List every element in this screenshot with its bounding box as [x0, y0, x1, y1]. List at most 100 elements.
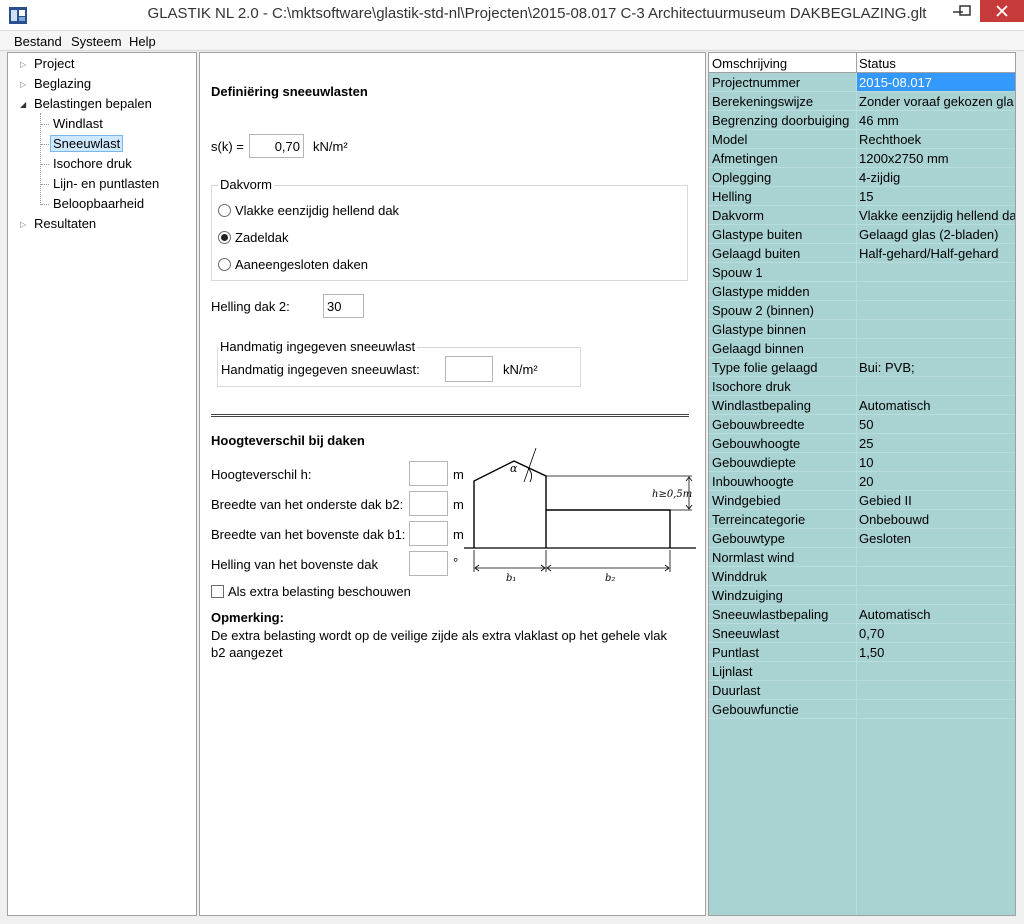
grid-row-value: Gelaagd glas (2-bladen) [859, 227, 999, 242]
tree-item-windlast[interactable]: Windlast [53, 115, 103, 133]
manual-snowload-input[interactable] [445, 356, 493, 382]
extra-load-checkbox[interactable] [211, 585, 224, 598]
expand-arrow-icon[interactable]: ▷ [20, 80, 30, 89]
grid-row[interactable]: Sneeuwlastbepaling Automatisch [709, 605, 1015, 624]
grid-row[interactable]: Gelaagd binnen [709, 339, 1015, 358]
grid-row[interactable]: Gebouwhoogte 25 [709, 434, 1015, 453]
grid-row-name: Gebouwhoogte [712, 436, 801, 451]
grid-row[interactable]: Gebouwdiepte 10 [709, 453, 1015, 472]
grid-row-name: Windgebied [712, 493, 781, 508]
tree-item-isochore[interactable]: Isochore druk [53, 155, 132, 173]
tree-item-beloopbaarheid[interactable]: Beloopbaarheid [53, 195, 144, 213]
grid-row[interactable]: Duurlast [709, 681, 1015, 700]
grid-header-status[interactable]: Status [859, 56, 896, 71]
grid-row[interactable]: Gelaagd buiten Half-gehard/Half-gehard [709, 244, 1015, 263]
grid-row[interactable]: Dakvorm Vlakke eenzijdig hellend da [709, 206, 1015, 225]
form-heading: Definiëring sneeuwlasten [211, 84, 368, 99]
grid-row-value: 20 [859, 474, 874, 489]
summary-grid: Omschrijving Status Projectnummer 2015-08… [708, 52, 1016, 916]
tree-item-resultaten[interactable]: Resultaten [34, 215, 96, 233]
grid-row-name: Berekeningswijze [712, 94, 814, 109]
expand-arrow-icon[interactable]: ▷ [20, 60, 30, 69]
grid-row-value: 46 mm [859, 113, 899, 128]
menu-help[interactable]: Help [129, 34, 156, 49]
grid-row[interactable]: Isochore druk [709, 377, 1015, 396]
grid-row-name: Inbouwhoogte [712, 474, 794, 489]
grid-row[interactable]: Projectnummer 2015-08.017 [709, 73, 1015, 92]
grid-row[interactable]: Glastype binnen [709, 320, 1015, 339]
note-text-line2: b2 aangezet [211, 645, 283, 660]
grid-row-name: Normlast wind [712, 550, 795, 565]
grid-row[interactable]: Spouw 1 [709, 263, 1015, 282]
grid-row[interactable]: Terreincategorie Onbebouwd [709, 510, 1015, 529]
menu-systeem[interactable]: Systeem [71, 34, 122, 49]
radio-zadeldak[interactable] [218, 231, 231, 244]
grid-row-name: Gelaagd buiten [712, 246, 801, 261]
radio-aaneengesloten[interactable] [218, 258, 231, 271]
radio-label-zadeldak[interactable]: Zadeldak [235, 230, 288, 245]
grid-row[interactable]: Puntlast 1,50 [709, 643, 1015, 662]
width-b2-label: Breedte van het onderste dak b2: [211, 497, 404, 512]
sk-input[interactable] [249, 134, 304, 158]
tree-item-belastingen[interactable]: Belastingen bepalen [34, 95, 152, 113]
grid-row[interactable]: Afmetingen 1200x2750 mm [709, 149, 1015, 168]
grid-row[interactable]: Windlastbepaling Automatisch [709, 396, 1015, 415]
upper-slope-label: Helling van het bovenste dak [211, 557, 378, 572]
width-b2-input[interactable] [409, 491, 448, 516]
collapse-arrow-icon[interactable]: ◢ [20, 100, 30, 109]
grid-row[interactable]: Normlast wind [709, 548, 1015, 567]
height-h-label: Hoogteverschil h: [211, 467, 312, 482]
tree-item-project[interactable]: Project [34, 55, 74, 73]
grid-row[interactable]: Type folie gelaagd Bui: PVB; [709, 358, 1015, 377]
grid-row-name: Glastype midden [712, 284, 810, 299]
grid-row[interactable]: Inbouwhoogte 20 [709, 472, 1015, 491]
grid-row[interactable]: Begrenzing doorbuiging 46 mm [709, 111, 1015, 130]
grid-row-name: Winddruk [712, 569, 767, 584]
grid-row-value: 0,70 [859, 626, 885, 641]
grid-row[interactable]: Helling 15 [709, 187, 1015, 206]
grid-row[interactable]: Spouw 2 (binnen) [709, 301, 1015, 320]
grid-row-name: Windlastbepaling [712, 398, 812, 413]
helling-dak2-input[interactable] [323, 294, 364, 318]
height-h-input[interactable] [409, 461, 448, 486]
grid-row-name: Duurlast [712, 683, 761, 698]
grid-row[interactable]: Windgebied Gebied II [709, 491, 1015, 510]
grid-row[interactable]: Gebouwbreedte 50 [709, 415, 1015, 434]
menu-bestand[interactable]: Bestand [14, 34, 62, 49]
grid-row[interactable]: Berekeningswijze Zonder voraaf gekozen gl… [709, 92, 1015, 111]
grid-row[interactable]: Model Rechthoek [709, 130, 1015, 149]
h-dimension-label: h≥0,5m [652, 489, 692, 500]
expand-arrow-icon[interactable]: ▷ [20, 220, 30, 229]
window-title: GLASTIK NL 2.0 - C:\mktsoftware\glastik-… [147, 5, 927, 22]
grid-row-name: Model [712, 132, 748, 147]
grid-header-separator[interactable] [856, 53, 857, 73]
grid-row[interactable]: Winddruk [709, 567, 1015, 586]
upper-slope-input[interactable] [409, 551, 448, 576]
width-b1-input[interactable] [409, 521, 448, 546]
grid-row[interactable]: Glastype buiten Gelaagd glas (2-bladen) [709, 225, 1015, 244]
extra-load-checkbox-label[interactable]: Als extra belasting beschouwen [228, 584, 411, 599]
grid-row[interactable]: Gebouwtype Gesloten [709, 529, 1015, 548]
grid-header-omschrijving[interactable]: Omschrijving [712, 56, 787, 71]
sk-label: s(k) = [211, 139, 244, 154]
grid-row[interactable]: Lijnlast [709, 662, 1015, 681]
tree-connector [41, 184, 49, 185]
grid-row-value: Automatisch [859, 398, 931, 413]
tree-item-lijn-puntlasten[interactable]: Lijn- en puntlasten [53, 175, 159, 193]
grid-row[interactable]: Windzuiging [709, 586, 1015, 605]
grid-row[interactable]: Gebouwfunctie [709, 700, 1015, 719]
radio-label-vlakke-eenzijdig[interactable]: Vlakke eenzijdig hellend dak [235, 203, 399, 218]
grid-row[interactable]: Glastype midden [709, 282, 1015, 301]
grid-row[interactable]: Oplegging 4-zijdig [709, 168, 1015, 187]
grid-row-name: Type folie gelaagd [712, 360, 818, 375]
close-button[interactable] [980, 0, 1024, 22]
radio-label-aaneengesloten[interactable]: Aaneengesloten daken [235, 257, 368, 272]
grid-row[interactable]: Sneeuwlast 0,70 [709, 624, 1015, 643]
tree-item-sneeuwlast[interactable]: Sneeuwlast [50, 135, 124, 152]
radio-vlakke-eenzijdig[interactable] [218, 204, 231, 217]
tree-item-beglazing[interactable]: Beglazing [34, 75, 91, 93]
grid-row-name: Oplegging [712, 170, 772, 185]
tree-connector [41, 144, 49, 145]
maximize-button[interactable] [952, 0, 978, 22]
snow-load-form: Definiëring sneeuwlasten s(k) = kN/m² Da… [199, 52, 706, 916]
